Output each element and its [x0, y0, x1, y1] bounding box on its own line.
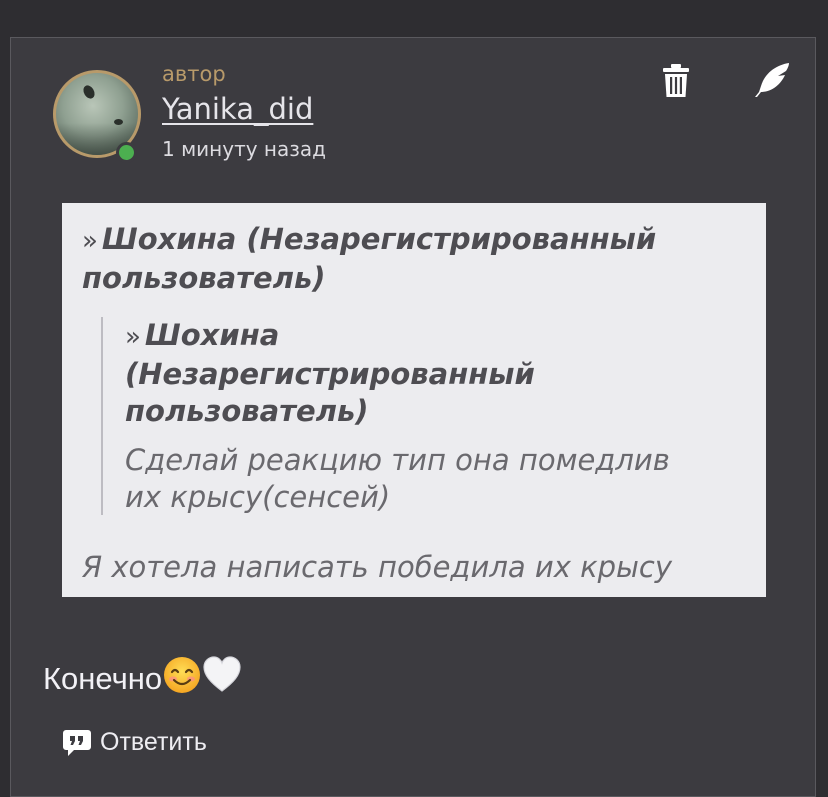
smiling-face-emoji-icon [162, 655, 202, 703]
nested-quote-text-line2: их крысу(сенсей) [125, 480, 391, 514]
author-role-label: автор [162, 62, 226, 86]
post-timestamp: 1 минуту назад [162, 137, 326, 161]
nested-quote-block: » Шохина (Незарегистрированный пользовате… [101, 317, 746, 515]
quote-block: » Шохина (Незарегистрированный пользовате… [62, 203, 766, 597]
comment-message: Конечно [43, 655, 242, 703]
nested-quote-author-line3[interactable]: пользователь) [125, 393, 746, 430]
nested-quote-text-line1: Сделай реакцию тип она помедлив [125, 443, 670, 477]
nested-quote-marker: » [125, 322, 141, 352]
feather-icon [755, 63, 789, 97]
quote-text: Я хотела написать победила их крысу [82, 550, 672, 584]
trash-icon [663, 64, 689, 97]
delete-button[interactable] [662, 64, 690, 98]
quote-bubble-icon [63, 729, 91, 756]
nested-quote-author: » Шохина (Незарегистрированный пользовате… [125, 317, 746, 430]
nested-quote-author-line2[interactable]: (Незарегистрированный [125, 356, 746, 393]
nested-quote-author-line1[interactable]: Шохина [145, 318, 279, 352]
nested-quote-text: Сделай реакцию тип она помедлив их крысу… [125, 442, 746, 516]
quote-author: » Шохина (Незарегистрированный пользовате… [82, 221, 746, 297]
online-status-dot [116, 142, 137, 163]
white-heart-emoji-icon [202, 655, 242, 703]
quote-marker: » [82, 226, 98, 256]
edit-button[interactable] [754, 62, 790, 98]
reply-label: Ответить [100, 728, 207, 756]
reply-button[interactable]: Ответить [63, 728, 207, 757]
comment-card: автор Yanika_did 1 минуту назад » Шохина … [10, 37, 816, 797]
quote-author-name[interactable]: Шохина (Незарегистрированный пользовател… [82, 222, 656, 295]
comment-message-text: Конечно [43, 661, 163, 696]
username-link[interactable]: Yanika_did [162, 92, 313, 126]
